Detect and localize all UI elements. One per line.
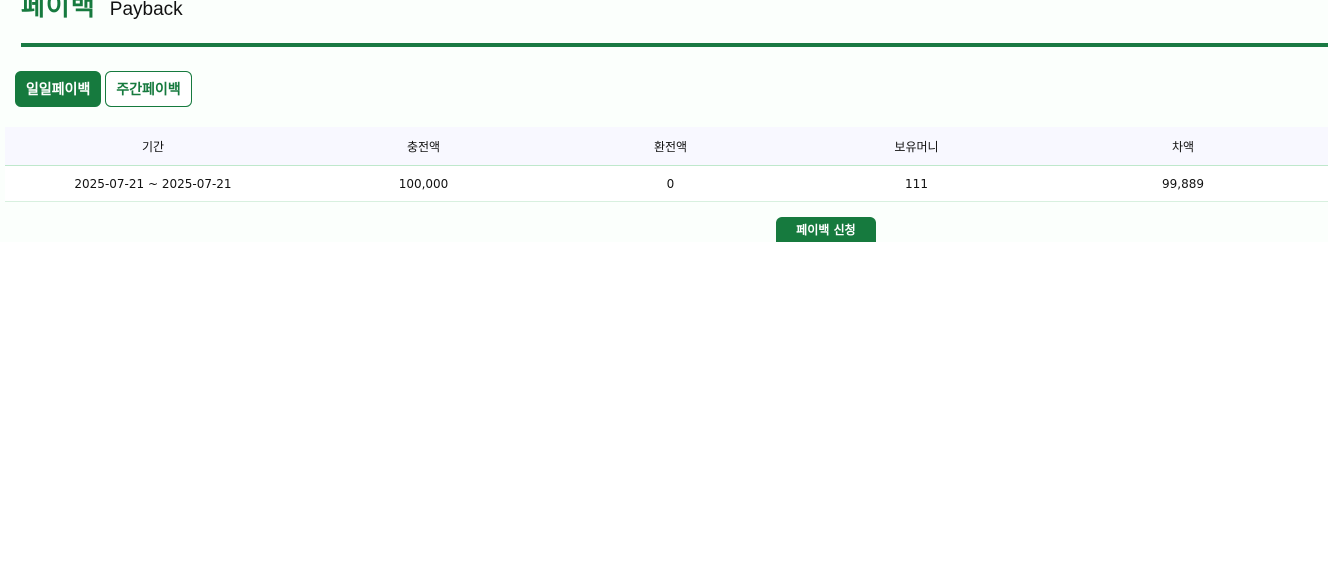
cell-period: 2025-07-21 ~ 2025-07-21 [5, 165, 301, 202]
payback-table: 기간 충전액 환전액 보유머니 차액 2025-07-21 ~ 2025-07-… [5, 127, 1328, 202]
column-header-exchange: 환전액 [546, 127, 795, 166]
column-header-period: 기간 [5, 127, 301, 166]
page-subtitle: Payback [109, 0, 183, 20]
cell-exchange: 0 [546, 165, 795, 202]
cell-balance: 111 [795, 165, 1038, 202]
payback-tabs: 일일페이백 주간페이백 [15, 71, 192, 107]
cell-charge: 100,000 [301, 165, 546, 202]
table-header-row: 기간 충전액 환전액 보유머니 차액 [5, 127, 1328, 166]
page-header: 페이백 Payback [21, 0, 183, 22]
column-header-balance: 보유머니 [795, 127, 1038, 166]
page-title: 페이백 [21, 0, 96, 22]
payback-apply-button[interactable]: 페이백 신청 [776, 217, 876, 242]
header-divider [21, 43, 1328, 47]
column-header-charge: 충전액 [301, 127, 546, 166]
tab-weekly-payback[interactable]: 주간페이백 [105, 71, 192, 107]
table-row: 2025-07-21 ~ 2025-07-21 100,000 0 111 99… [5, 165, 1328, 202]
column-header-difference: 차액 [1038, 127, 1328, 166]
tab-daily-payback[interactable]: 일일페이백 [15, 71, 102, 107]
payback-panel: 페이백 Payback 일일페이백 주간페이백 기간 충전액 환전액 보유머니 … [0, 0, 1328, 242]
cell-difference: 99,889 [1038, 165, 1328, 202]
